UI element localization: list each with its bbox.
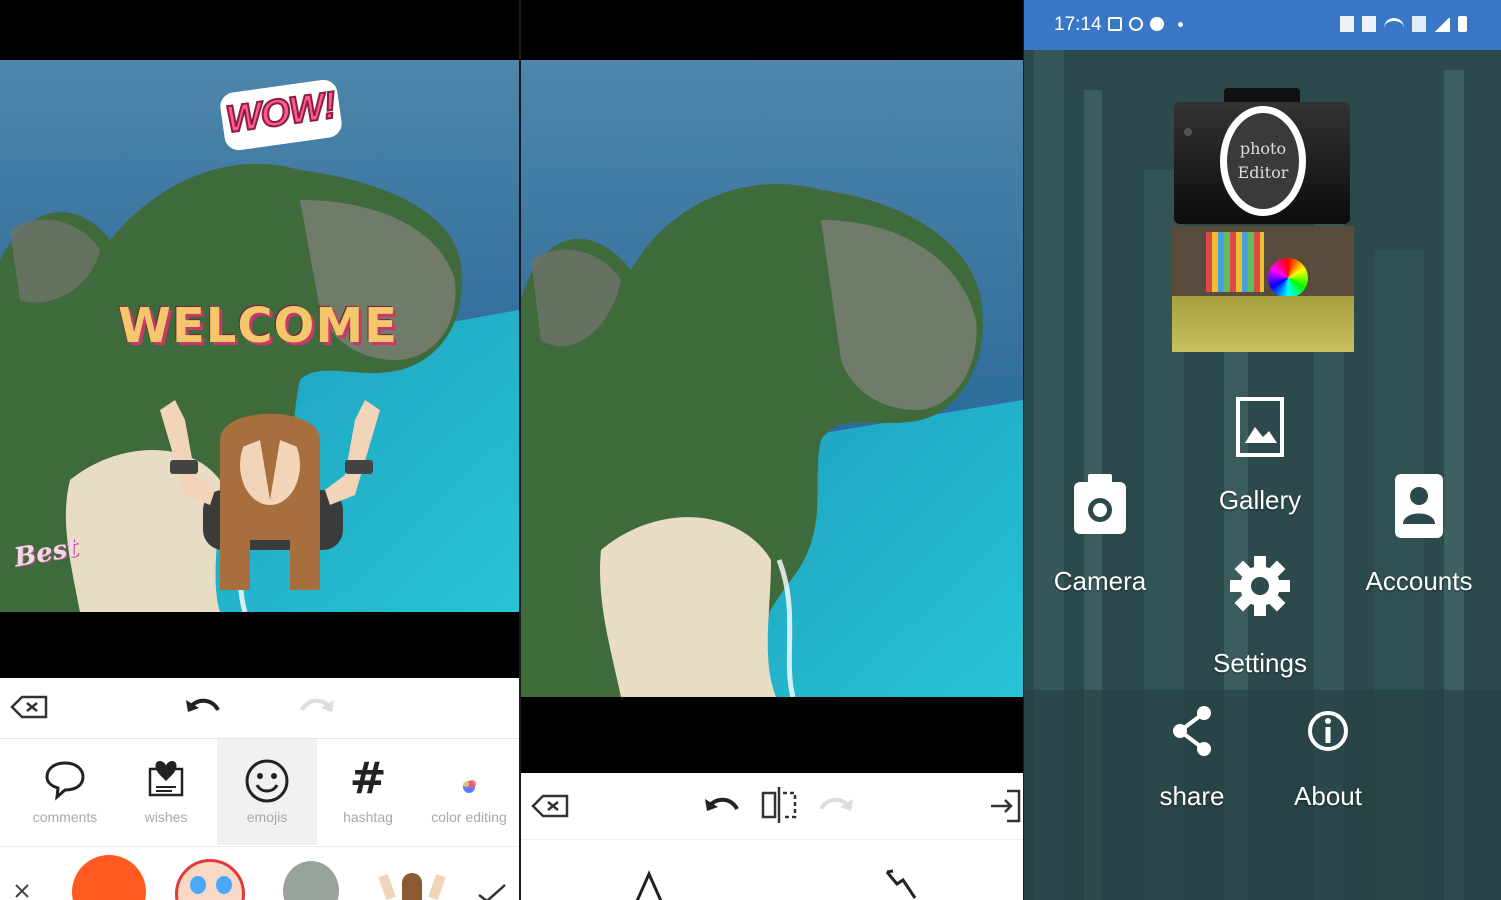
undo-icon — [186, 698, 220, 712]
angry-emoji[interactable] — [72, 855, 146, 900]
heart-card-icon — [148, 761, 184, 797]
editor-panel-stickers: WOW! WELCOME Best comments wishes emojis… — [0, 0, 519, 900]
export-button[interactable] — [985, 787, 1023, 825]
about-button[interactable]: About — [1282, 705, 1374, 825]
backspace-button-2[interactable] — [529, 791, 573, 821]
status-bar: 17:14 — [1024, 0, 1501, 50]
share-button[interactable]: share — [1148, 705, 1236, 825]
gear-icon — [1230, 556, 1290, 616]
app-logo-camera: photo Editor — [1174, 88, 1350, 224]
backspace-icon — [531, 794, 569, 818]
close-icon[interactable] — [12, 881, 32, 900]
clown-emoji[interactable] — [175, 859, 245, 900]
accounts-button[interactable]: Accounts — [1356, 472, 1482, 612]
alien-emoji[interactable] — [283, 861, 339, 900]
gallery-button[interactable]: Gallery — [1208, 395, 1312, 535]
sticker-category-tabs: comments wishes emojis # hashtag color e… — [0, 738, 519, 847]
edit-toolbar — [0, 678, 519, 738]
gallery-icon — [1236, 397, 1284, 457]
gallery-notification-icon — [1108, 17, 1122, 31]
text-tool-icon[interactable] — [629, 870, 669, 900]
app-logo-screenshot — [1172, 226, 1354, 352]
check-icon[interactable] — [476, 881, 508, 900]
system-status-icons — [1340, 16, 1470, 32]
emoji-picker-row — [0, 846, 519, 900]
edit-toolbar-2 — [521, 773, 1023, 839]
tab-hashtag[interactable]: # hashtag — [318, 739, 418, 845]
beach-photo — [521, 60, 1023, 697]
undo-icon — [705, 797, 739, 811]
tool-row — [521, 839, 1023, 900]
undo-button-2[interactable] — [699, 789, 743, 823]
launcher-panel: 17:14 photo Editor Gallery Camera Accoun… — [1024, 0, 1501, 900]
status-time: 17:14 — [1054, 14, 1102, 35]
camera-lens-icon: photo Editor — [1220, 106, 1306, 216]
exit-arrow-icon — [991, 789, 1021, 823]
redo-icon — [819, 797, 853, 811]
redo-button-2[interactable] — [815, 789, 859, 823]
phone-notification-icon — [1129, 17, 1143, 31]
brush-tool-icon[interactable] — [881, 868, 921, 900]
undo-button[interactable] — [180, 690, 224, 724]
flip-icon — [761, 787, 797, 823]
redo-icon — [300, 698, 334, 712]
share-icon — [1173, 706, 1211, 756]
more-dot-icon — [1178, 22, 1183, 27]
tab-color-editing[interactable]: color editing — [419, 739, 519, 845]
camera-button[interactable]: Camera — [1050, 472, 1150, 612]
rocker-girl-icon — [160, 400, 380, 590]
editor-panel-flip — [521, 0, 1023, 900]
photo-canvas-clean[interactable] — [521, 60, 1023, 697]
tab-comments[interactable]: comments — [15, 739, 115, 845]
welcome-sticker[interactable]: WELCOME — [118, 298, 398, 354]
rocker-sticker[interactable] — [140, 390, 400, 590]
smiley-icon — [245, 759, 289, 803]
backspace-button[interactable] — [8, 692, 52, 722]
color-dot-icon — [463, 780, 476, 793]
flip-button[interactable] — [757, 785, 801, 825]
account-icon — [1395, 474, 1443, 538]
info-icon — [1308, 711, 1348, 751]
tab-emojis[interactable]: emojis — [217, 739, 317, 845]
rocker-mini-sticker[interactable] — [378, 871, 446, 900]
photo-canvas[interactable]: WOW! WELCOME Best — [0, 60, 519, 612]
redo-button[interactable] — [296, 690, 340, 724]
speech-bubble-icon — [45, 761, 85, 801]
hashtag-icon: # — [349, 753, 387, 804]
chat-notification-icon — [1150, 17, 1164, 31]
backspace-icon — [10, 695, 48, 719]
settings-button[interactable]: Settings — [1206, 550, 1314, 690]
camera-icon — [1074, 474, 1126, 534]
tab-wishes[interactable]: wishes — [116, 739, 216, 845]
